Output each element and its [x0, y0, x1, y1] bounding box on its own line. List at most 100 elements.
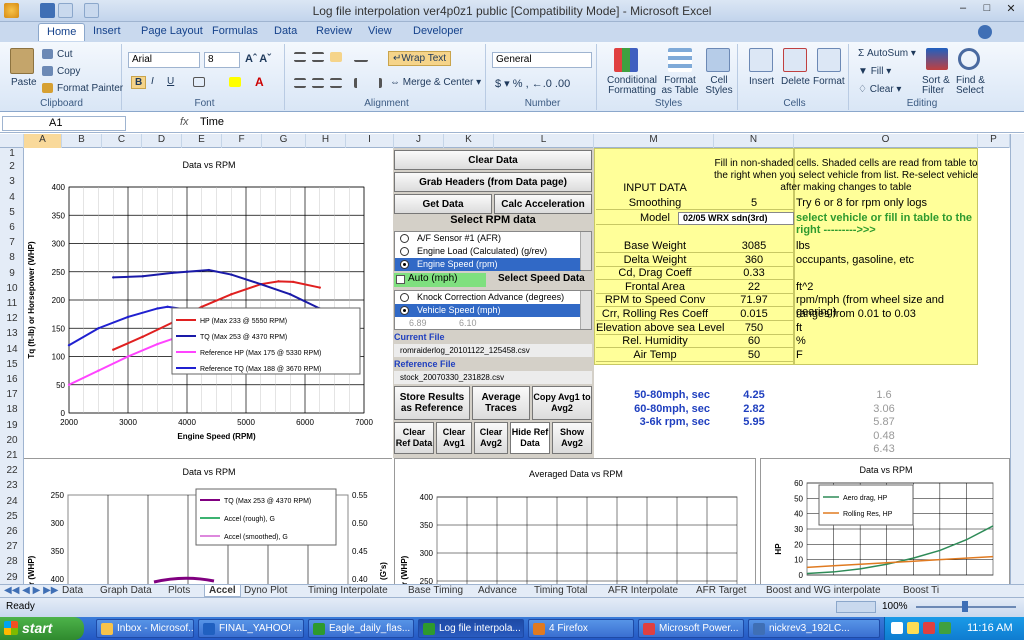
row-header[interactable]: 20: [0, 435, 24, 449]
row-header[interactable]: 19: [0, 420, 24, 434]
sheet-tab[interactable]: Dyno Plot: [244, 585, 287, 596]
input-value[interactable]: 5: [714, 197, 794, 210]
row-header[interactable]: 5: [0, 207, 24, 221]
grow-font-icon[interactable]: Aˆ Aˇ: [245, 53, 271, 65]
row-header[interactable]: 25: [0, 511, 24, 525]
cell-styles-button[interactable]: Cell Styles: [702, 76, 736, 96]
row-header[interactable]: 17: [0, 389, 24, 403]
rpm-list-scrollbar[interactable]: [580, 232, 591, 270]
row-header[interactable]: 12: [0, 313, 24, 327]
row-header[interactable]: 6: [0, 222, 24, 236]
rpm-option[interactable]: Engine Load (Calculated) (g/rev): [395, 245, 581, 258]
tray-icon[interactable]: [923, 622, 935, 634]
col-header-m[interactable]: M: [594, 134, 714, 148]
paste-button[interactable]: Paste: [11, 77, 37, 88]
sheet-tab[interactable]: Timing Interpolate: [308, 585, 388, 596]
get-data-button[interactable]: Get Data: [394, 194, 492, 214]
col-header-l[interactable]: L: [494, 134, 594, 148]
col-header-n[interactable]: N: [714, 134, 794, 148]
format-cells-button[interactable]: Format: [813, 76, 845, 87]
start-button[interactable]: start: [0, 617, 84, 640]
font-color-icon[interactable]: A: [255, 75, 264, 89]
row-header[interactable]: 26: [0, 526, 24, 540]
font-size-combo[interactable]: 8: [204, 52, 240, 68]
input-value[interactable]: 0.33: [714, 267, 794, 281]
merge-center-button[interactable]: ⇔ Merge & Center ▾: [390, 77, 481, 88]
tab-data[interactable]: Data: [274, 25, 297, 37]
col-header-g[interactable]: G: [262, 134, 306, 148]
autosum-button[interactable]: Σ AutoSum ▾: [858, 48, 916, 59]
fill-color-icon[interactable]: [229, 77, 241, 87]
decrease-indent-icon[interactable]: [354, 78, 366, 88]
bold-button[interactable]: B: [131, 76, 147, 89]
borders-icon[interactable]: [193, 77, 205, 87]
wrap-text-button[interactable]: ↵Wrap Text: [388, 51, 452, 66]
row-header[interactable]: 4: [0, 192, 24, 206]
close-icon[interactable]: ✕: [1000, 2, 1022, 18]
col-header-a[interactable]: A: [24, 134, 62, 148]
rpm-option-selected[interactable]: Engine Speed (rpm): [395, 258, 581, 271]
taskbar-item[interactable]: Eagle_daily_flas...: [308, 619, 414, 638]
tab-view[interactable]: View: [368, 25, 392, 37]
formula-input[interactable]: Time: [196, 116, 1010, 131]
insert-cells-button[interactable]: Insert: [749, 76, 774, 87]
tab-insert[interactable]: Insert: [93, 25, 121, 37]
input-value[interactable]: 0.015: [714, 308, 794, 321]
row-header[interactable]: 8: [0, 252, 24, 266]
input-value[interactable]: 60: [714, 335, 794, 349]
cut-button[interactable]: Cut: [57, 49, 73, 60]
chart-main[interactable]: Data vs RPM 0 50 100 150 200 250 300 350 400 2000 3…: [24, 148, 393, 453]
zoom-slider-thumb[interactable]: [962, 601, 968, 612]
col-header-d[interactable]: D: [142, 134, 182, 148]
clear-ref-button[interactable]: Clear Ref Data: [394, 422, 434, 454]
sheet-nav-icon[interactable]: ◀◀ ◀ ▶ ▶▶: [4, 585, 58, 596]
speed-option-selected[interactable]: Vehicle Speed (mph): [395, 304, 581, 317]
sheet-tab[interactable]: Advance: [478, 585, 517, 596]
speed-list-scrollbar[interactable]: [580, 291, 591, 329]
sort-filter-button[interactable]: Sort & Filter: [922, 76, 952, 96]
select-all-corner[interactable]: [0, 134, 24, 148]
restore-icon[interactable]: □: [976, 2, 998, 18]
row-header[interactable]: 13: [0, 328, 24, 342]
tab-formulas[interactable]: Formulas: [212, 25, 258, 37]
rpm-listbox[interactable]: A/F Sensor #1 (AFR) Engine Load (Calcula…: [394, 231, 592, 271]
average-traces-button[interactable]: Average Traces: [472, 386, 530, 420]
sheet-tab[interactable]: AFR Target: [696, 585, 746, 596]
taskbar-item[interactable]: Microsoft Power...: [638, 619, 744, 638]
tray-icon[interactable]: [891, 622, 903, 634]
copy-avg-button[interactable]: Copy Avg1 to Avg2: [532, 386, 592, 420]
row-header[interactable]: 23: [0, 480, 24, 494]
zoom-level[interactable]: 100%: [882, 601, 908, 612]
input-value[interactable]: 3085: [714, 240, 794, 253]
currency-icon[interactable]: $ ▾ % , ←.0 .00: [495, 77, 570, 90]
col-header-f[interactable]: F: [222, 134, 262, 148]
row-header[interactable]: 21: [0, 450, 24, 464]
help-icon[interactable]: [978, 25, 992, 39]
align-left-icon[interactable]: [294, 78, 306, 88]
tray-icon[interactable]: [939, 622, 951, 634]
tab-review[interactable]: Review: [316, 25, 352, 37]
col-header-p[interactable]: P: [978, 134, 1010, 148]
paste-icon[interactable]: [10, 48, 34, 74]
sheet-tab[interactable]: Boost and WG interpolate: [766, 585, 881, 596]
input-value[interactable]: 22: [714, 281, 794, 294]
tab-home[interactable]: Home: [38, 23, 86, 41]
align-center-icon[interactable]: [312, 78, 324, 88]
col-header-e[interactable]: E: [182, 134, 222, 148]
sheet-tab[interactable]: Graph Data: [100, 585, 152, 596]
rpm-option[interactable]: A/F Sensor #1 (AFR): [395, 232, 581, 245]
col-header-h[interactable]: H: [306, 134, 346, 148]
row-header[interactable]: 1: [0, 148, 24, 162]
show-avg2-button[interactable]: Show Avg2: [552, 422, 592, 454]
row-header[interactable]: 15: [0, 359, 24, 373]
col-header-b[interactable]: B: [62, 134, 102, 148]
view-buttons-icon[interactable]: [836, 601, 876, 613]
find-select-button[interactable]: Find & Select: [956, 76, 990, 96]
row-header[interactable]: 2: [0, 161, 24, 175]
format-table-button[interactable]: Format as Table: [660, 76, 700, 96]
underline-button[interactable]: U: [167, 76, 174, 87]
align-right-icon[interactable]: [330, 78, 342, 88]
row-header[interactable]: 28: [0, 556, 24, 570]
sheet-tab[interactable]: Plots: [168, 585, 190, 596]
sheet-tab[interactable]: Timing Total: [534, 585, 587, 596]
